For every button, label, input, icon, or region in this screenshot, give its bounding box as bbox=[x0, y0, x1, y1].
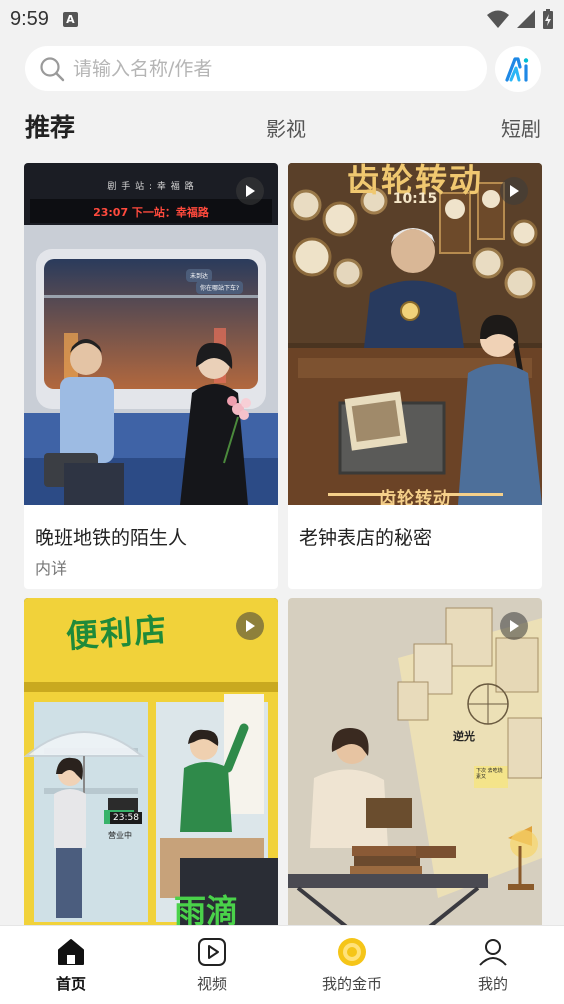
cover-sign: 便利店 bbox=[64, 610, 170, 656]
cover-clock: 23:58 bbox=[110, 812, 142, 824]
search-icon bbox=[40, 56, 65, 81]
user-icon bbox=[479, 939, 507, 966]
cover-banner: 雨滴 bbox=[174, 892, 239, 925]
search-input[interactable] bbox=[73, 57, 453, 80]
cover-image[interactable]: 逆光 下次 去吃烧素又 bbox=[288, 598, 542, 925]
cover-bottom-banner: 齿轮转动 bbox=[379, 489, 451, 505]
card-title: 晚班地铁的陌生人 bbox=[35, 527, 188, 549]
content-feed[interactable]: 剧 手 站 : 幸 福 路 23:07 下一站：幸福路 未到达 你在哪站下车? … bbox=[24, 163, 542, 925]
cover-image[interactable]: 便利店 23:58 营业中 雨滴 bbox=[24, 598, 278, 925]
play-icon[interactable] bbox=[236, 177, 264, 205]
content-card[interactable]: 齿轮转动 10:15 齿轮转动 老钟表店的秘密 bbox=[288, 163, 542, 589]
bottom-navigation: 首页 视频 我的金币 我的 bbox=[0, 925, 564, 1004]
search-bar[interactable] bbox=[25, 46, 487, 91]
nav-home[interactable]: 首页 bbox=[21, 926, 121, 1004]
home-icon bbox=[58, 939, 84, 965]
nav-profile[interactable]: 我的 bbox=[443, 926, 543, 1004]
cover-note-1: 逆光 bbox=[453, 730, 475, 743]
cover-image[interactable]: 齿轮转动 10:15 齿轮转动 bbox=[288, 163, 542, 505]
play-icon[interactable] bbox=[500, 612, 528, 640]
nav-home-label: 首页 bbox=[55, 975, 86, 993]
battery-charging-icon bbox=[543, 9, 553, 29]
status-time: 9:59 bbox=[10, 7, 49, 30]
tab-film-tv[interactable]: 影视 bbox=[266, 113, 306, 142]
cover-illustration bbox=[288, 598, 542, 925]
status-bar: 9:59 A bbox=[0, 0, 564, 38]
gold-coin-icon bbox=[338, 938, 366, 966]
video-play-icon bbox=[198, 938, 226, 966]
card-title: 老钟表店的秘密 bbox=[299, 527, 433, 549]
content-card[interactable]: 逆光 下次 去吃烧素又 bbox=[288, 598, 542, 925]
play-icon[interactable] bbox=[236, 612, 264, 640]
cellular-signal-icon bbox=[517, 10, 535, 28]
tab-short-drama[interactable]: 短剧 bbox=[501, 113, 541, 142]
nav-profile-label: 我的 bbox=[477, 975, 508, 993]
wifi-icon bbox=[487, 10, 509, 28]
status-indicators bbox=[486, 8, 554, 30]
cover-note-2: 下次 去吃烧素又 bbox=[476, 768, 503, 780]
content-card[interactable]: 便利店 23:58 营业中 雨滴 bbox=[24, 598, 278, 925]
category-tabs: 推荐 影视 短剧 bbox=[25, 108, 541, 144]
ai-logo-icon bbox=[505, 57, 529, 82]
cover-open-sign: 营业中 bbox=[108, 831, 132, 840]
nav-video-label: 视频 bbox=[196, 975, 227, 993]
cover-bubble-2: 你在哪站下车? bbox=[196, 281, 244, 294]
content-card[interactable]: 剧 手 站 : 幸 福 路 23:07 下一站：幸福路 未到达 你在哪站下车? … bbox=[24, 163, 278, 589]
ai-assistant-button[interactable] bbox=[495, 46, 541, 92]
nav-coins[interactable]: 我的金币 bbox=[302, 926, 402, 1004]
nav-coins-label: 我的金币 bbox=[321, 975, 382, 993]
cover-sign-main: 23:07 下一站：幸福路 bbox=[93, 206, 209, 219]
cover-illustration bbox=[288, 163, 542, 505]
cover-image[interactable]: 剧 手 站 : 幸 福 路 23:07 下一站：幸福路 未到达 你在哪站下车? bbox=[24, 163, 278, 505]
play-icon[interactable] bbox=[500, 177, 528, 205]
nav-video[interactable]: 视频 bbox=[162, 926, 262, 1004]
tab-recommend[interactable]: 推荐 bbox=[25, 108, 75, 144]
notification-icon: A bbox=[62, 11, 78, 27]
card-subtitle: 内详 bbox=[35, 559, 68, 578]
